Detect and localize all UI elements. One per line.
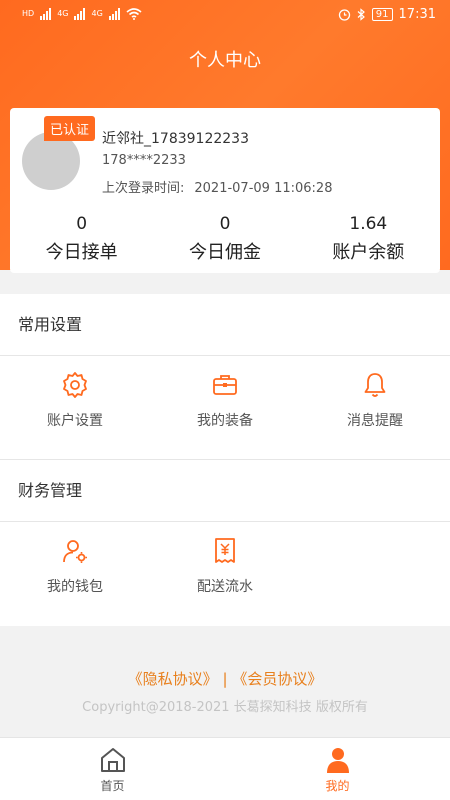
section-title: 常用设置 <box>0 294 450 356</box>
bell-icon <box>364 373 386 397</box>
tab-mine[interactable]: 我的 <box>225 738 450 800</box>
status-right: 91 17:31 <box>338 7 436 22</box>
status-bar: HD 4G 4G 91 17:31 <box>0 0 450 32</box>
stat-value: 0 <box>76 214 88 234</box>
grid-label: 配送流水 <box>197 579 253 595</box>
stat-value: 0 <box>219 214 231 234</box>
grid-label: 消息提醒 <box>347 413 403 429</box>
stat-label: 账户余额 <box>332 242 405 263</box>
network-label: 4G <box>57 9 69 18</box>
stat-today-orders[interactable]: 0 今日接单 <box>10 214 153 264</box>
battery-icon: 91 <box>371 8 393 21</box>
briefcase-icon <box>213 375 237 395</box>
grid-label: 我的装备 <box>197 413 253 429</box>
agreement-links: 《隐私协议》 | 《会员协议》 <box>0 668 450 689</box>
bottom-tab-bar: 首页 我的 <box>0 737 450 800</box>
username: 近邻社_17839122233 <box>102 131 249 147</box>
network-label: 4G <box>91 9 103 18</box>
last-login-label: 上次登录时间: <box>102 181 185 196</box>
tab-label: 我的 <box>325 779 350 793</box>
finance-grid: 我的钱包 配送流水 <box>0 522 450 626</box>
my-equipment-button[interactable]: 我的装备 <box>150 356 300 460</box>
stat-today-commission[interactable]: 0 今日佣金 <box>153 214 296 264</box>
grid-label: 我的钱包 <box>47 579 103 595</box>
stat-label: 今日接单 <box>45 242 118 263</box>
page-title: 个人中心 <box>189 50 261 71</box>
bluetooth-icon <box>357 8 365 21</box>
copyright: Copyright@2018-2021 长葛探知科技 版权所有 <box>82 700 368 715</box>
person-icon <box>326 748 349 773</box>
stat-account-balance[interactable]: 1.64 账户余额 <box>297 214 440 264</box>
my-wallet-button[interactable]: 我的钱包 <box>0 522 150 626</box>
profile-card: 已认证 近邻社_17839122233 178****2233 上次登录时间: 2… <box>10 108 440 273</box>
member-agreement-link[interactable]: 《会员协议》 <box>232 670 322 688</box>
tab-home[interactable]: 首页 <box>0 738 225 800</box>
wifi-icon <box>126 8 142 20</box>
delivery-records-button[interactable]: 配送流水 <box>150 522 300 626</box>
phone-number: 178****2233 <box>102 153 186 168</box>
common-settings-section: 常用设置 账户设置 我的装备 消息提醒 <box>0 294 450 460</box>
privacy-agreement-link[interactable]: 《隐私协议》 <box>128 670 218 688</box>
link-separator: | <box>222 670 228 688</box>
status-left: HD 4G 4G <box>22 8 142 20</box>
tab-label: 首页 <box>100 779 125 793</box>
signal-icon <box>108 8 120 20</box>
alarm-icon <box>338 9 350 21</box>
user-gear-icon <box>63 540 87 563</box>
clock: 17:31 <box>398 7 436 22</box>
message-reminder-button[interactable]: 消息提醒 <box>300 356 450 460</box>
section-title: 财务管理 <box>0 460 450 522</box>
stat-value: 1.64 <box>349 214 388 234</box>
last-login-time: 2021-07-09 11:06:28 <box>194 181 333 196</box>
stat-label: 今日佣金 <box>188 242 261 263</box>
last-login: 上次登录时间: 2021-07-09 11:06:28 <box>102 177 342 196</box>
verified-badge: 已认证 <box>44 116 96 141</box>
settings-grid: 账户设置 我的装备 消息提醒 <box>0 356 450 460</box>
gear-icon <box>63 372 87 398</box>
signal-icon <box>74 8 86 20</box>
stats-row: 0 今日接单 0 今日佣金 1.64 账户余额 <box>10 214 440 264</box>
account-settings-button[interactable]: 账户设置 <box>0 356 150 460</box>
home-icon <box>100 748 125 772</box>
receipt-icon <box>215 538 235 563</box>
network-label: HD <box>22 9 35 18</box>
signal-icon <box>40 8 52 20</box>
grid-label: 账户设置 <box>47 413 103 429</box>
finance-section: 财务管理 我的钱包 配送流水 <box>0 459 450 626</box>
